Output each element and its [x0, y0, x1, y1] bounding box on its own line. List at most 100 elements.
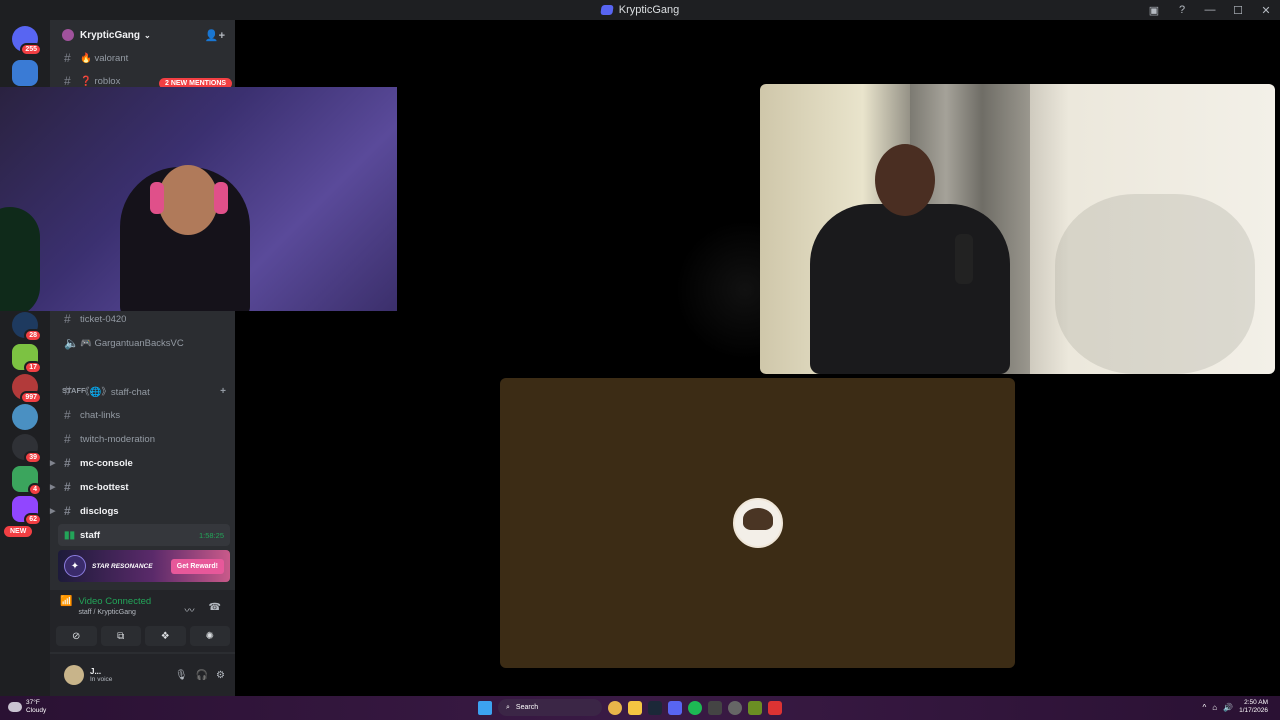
- voice-status-label: Video Connected: [78, 596, 152, 607]
- hash-icon: #: [64, 384, 71, 398]
- wall-shadow-shape: [1055, 194, 1255, 374]
- voice-channel-label: staff: [80, 529, 101, 541]
- channel-item[interactable]: ▶ # disclogs: [50, 500, 228, 522]
- channel-label: 《🌐》staff-chat: [80, 387, 150, 398]
- channel-item[interactable]: ▶ # mc-console: [50, 452, 228, 474]
- app-icon[interactable]: [708, 700, 722, 715]
- volume-icon[interactable]: 🔊: [1223, 703, 1233, 712]
- channel-label: ❓ roblox: [80, 75, 121, 87]
- search-icon: ⌕: [506, 703, 510, 711]
- user-panel: J... In voice 🎙 🎧 ⚙: [50, 654, 235, 696]
- hash-icon: #: [64, 312, 71, 326]
- voice-channel-item[interactable]: 🔈 🎮 GargantuanBacksVC: [58, 332, 228, 354]
- user-status: In voice: [90, 676, 113, 683]
- weather-desc: Cloudy: [26, 707, 47, 714]
- taskbar: 37°F Cloudy ⌕ Search ^ ⌂ 🔊 2:50 AM 1/17/…: [0, 696, 1280, 720]
- weather-temp: 37°F: [26, 699, 40, 706]
- hash-icon: #: [64, 432, 71, 446]
- camera-off-icon[interactable]: ⊘: [56, 626, 97, 646]
- inbox-icon[interactable]: ▣: [1140, 4, 1168, 17]
- screen-share-icon[interactable]: ⧉: [100, 626, 141, 646]
- user-info[interactable]: J... In voice: [90, 667, 112, 683]
- channel-item[interactable]: # 🔥 valorant: [58, 47, 228, 69]
- clock-time: 2:50 AM: [1244, 699, 1268, 706]
- server-icon[interactable]: 28: [12, 312, 42, 342]
- channel-item[interactable]: # ticket-0420: [58, 308, 228, 330]
- voice-actions: ⊘ ⧉ ❖ ✺: [56, 626, 230, 646]
- clock-date: 1/17/2026: [1239, 707, 1268, 714]
- new-pill[interactable]: NEW: [4, 526, 33, 537]
- weather-widget[interactable]: 37°F Cloudy: [8, 699, 46, 715]
- username: J...: [90, 667, 102, 676]
- system-tray: ^ ⌂ 🔊 2:50 AM 1/17/2026: [1203, 699, 1269, 715]
- hash-icon: #: [64, 480, 71, 494]
- channel-item[interactable]: ▶ # mc-bottest: [50, 476, 228, 498]
- promo-game-name: STAR RESONANCE: [92, 562, 153, 570]
- search-placeholder: Search: [515, 704, 539, 711]
- chevron-down-icon: ⌄: [144, 30, 151, 40]
- server-icon[interactable]: 62: [12, 496, 42, 526]
- server-icon[interactable]: 4: [12, 466, 42, 496]
- taskbar-search[interactable]: ⌕ Search: [498, 699, 602, 716]
- chair-shape: [0, 207, 40, 311]
- chevron-right-icon: ▶: [50, 508, 56, 515]
- close-icon[interactable]: ✕: [1252, 4, 1280, 17]
- maximize-icon[interactable]: ☐: [1224, 4, 1252, 17]
- participant-avatar: [732, 498, 783, 548]
- disconnect-icon[interactable]: ☎: [209, 602, 221, 617]
- participant-video-tile[interactable]: [760, 84, 1275, 374]
- channel-item[interactable]: # chat-links: [58, 404, 228, 426]
- obs-icon[interactable]: [728, 700, 742, 715]
- server-icon: [62, 29, 74, 41]
- headphone-cup-shape: [150, 182, 164, 214]
- server-badge: 28: [24, 329, 42, 342]
- channel-label: disclogs: [80, 505, 119, 517]
- voice-status[interactable]: 📶 Video Connected staff / KrypticGang: [60, 596, 151, 616]
- hash-icon: #: [64, 74, 71, 88]
- server-icon[interactable]: [12, 60, 38, 86]
- channel-item[interactable]: # twitch-moderation: [58, 428, 228, 450]
- server-icon[interactable]: 39: [12, 434, 42, 464]
- activities-icon[interactable]: ❖: [145, 626, 186, 646]
- cloud-icon: [8, 702, 22, 712]
- minecraft-icon[interactable]: [748, 700, 762, 715]
- window-title-text: KrypticGang: [618, 4, 680, 16]
- discord-icon[interactable]: [668, 700, 682, 715]
- microphone-icon[interactable]: 🎙: [175, 670, 188, 681]
- network-icon[interactable]: ⌂: [1212, 703, 1217, 712]
- get-reward-button[interactable]: Get Reward!: [170, 558, 224, 574]
- spotify-icon[interactable]: [688, 700, 702, 715]
- chevron-right-icon: ▶: [50, 460, 56, 467]
- avatar[interactable]: [64, 665, 84, 685]
- active-voice-channel[interactable]: ▮▮ staff 1:58:25: [58, 524, 230, 546]
- file-explorer-icon[interactable]: [628, 700, 642, 715]
- server-icon[interactable]: 997: [12, 374, 42, 404]
- voice-activity-icon: ▮▮: [64, 529, 76, 541]
- gear-icon[interactable]: ⚙: [216, 670, 225, 681]
- server-icon[interactable]: [12, 404, 38, 430]
- help-icon[interactable]: ?: [1168, 4, 1196, 16]
- channel-label: ticket-0420: [80, 313, 127, 325]
- chrome-icon[interactable]: [608, 700, 622, 715]
- clock[interactable]: 2:50 AM 1/17/2026: [1239, 699, 1268, 715]
- server-icon[interactable]: 17: [12, 344, 42, 374]
- avatar-only-tile[interactable]: [500, 378, 1015, 668]
- avatar-hair-shape: [742, 508, 773, 530]
- invite-icon[interactable]: 👤+: [205, 29, 225, 42]
- channel-item[interactable]: # 《🌐》staff-chat: [58, 380, 228, 402]
- channel-label: mc-bottest: [80, 481, 129, 493]
- headphones-icon[interactable]: 🎧: [196, 670, 208, 681]
- app-icon[interactable]: [768, 700, 782, 715]
- minimize-icon[interactable]: —: [1196, 4, 1224, 16]
- steam-icon[interactable]: [648, 700, 662, 715]
- chevron-up-icon[interactable]: ^: [1203, 703, 1207, 712]
- server-badge: 39: [24, 451, 42, 464]
- noise-suppression-icon[interactable]: 〰: [185, 602, 195, 617]
- streamer-head-shape: [158, 165, 218, 235]
- start-icon[interactable]: [478, 700, 492, 715]
- participant-body-shape: [810, 204, 1010, 374]
- game-logo-icon: ✦: [64, 555, 86, 577]
- direct-messages-icon[interactable]: 255: [12, 26, 42, 56]
- soundboard-icon[interactable]: ✺: [189, 626, 230, 646]
- server-header[interactable]: KrypticGang ⌄ 👤+: [50, 20, 235, 50]
